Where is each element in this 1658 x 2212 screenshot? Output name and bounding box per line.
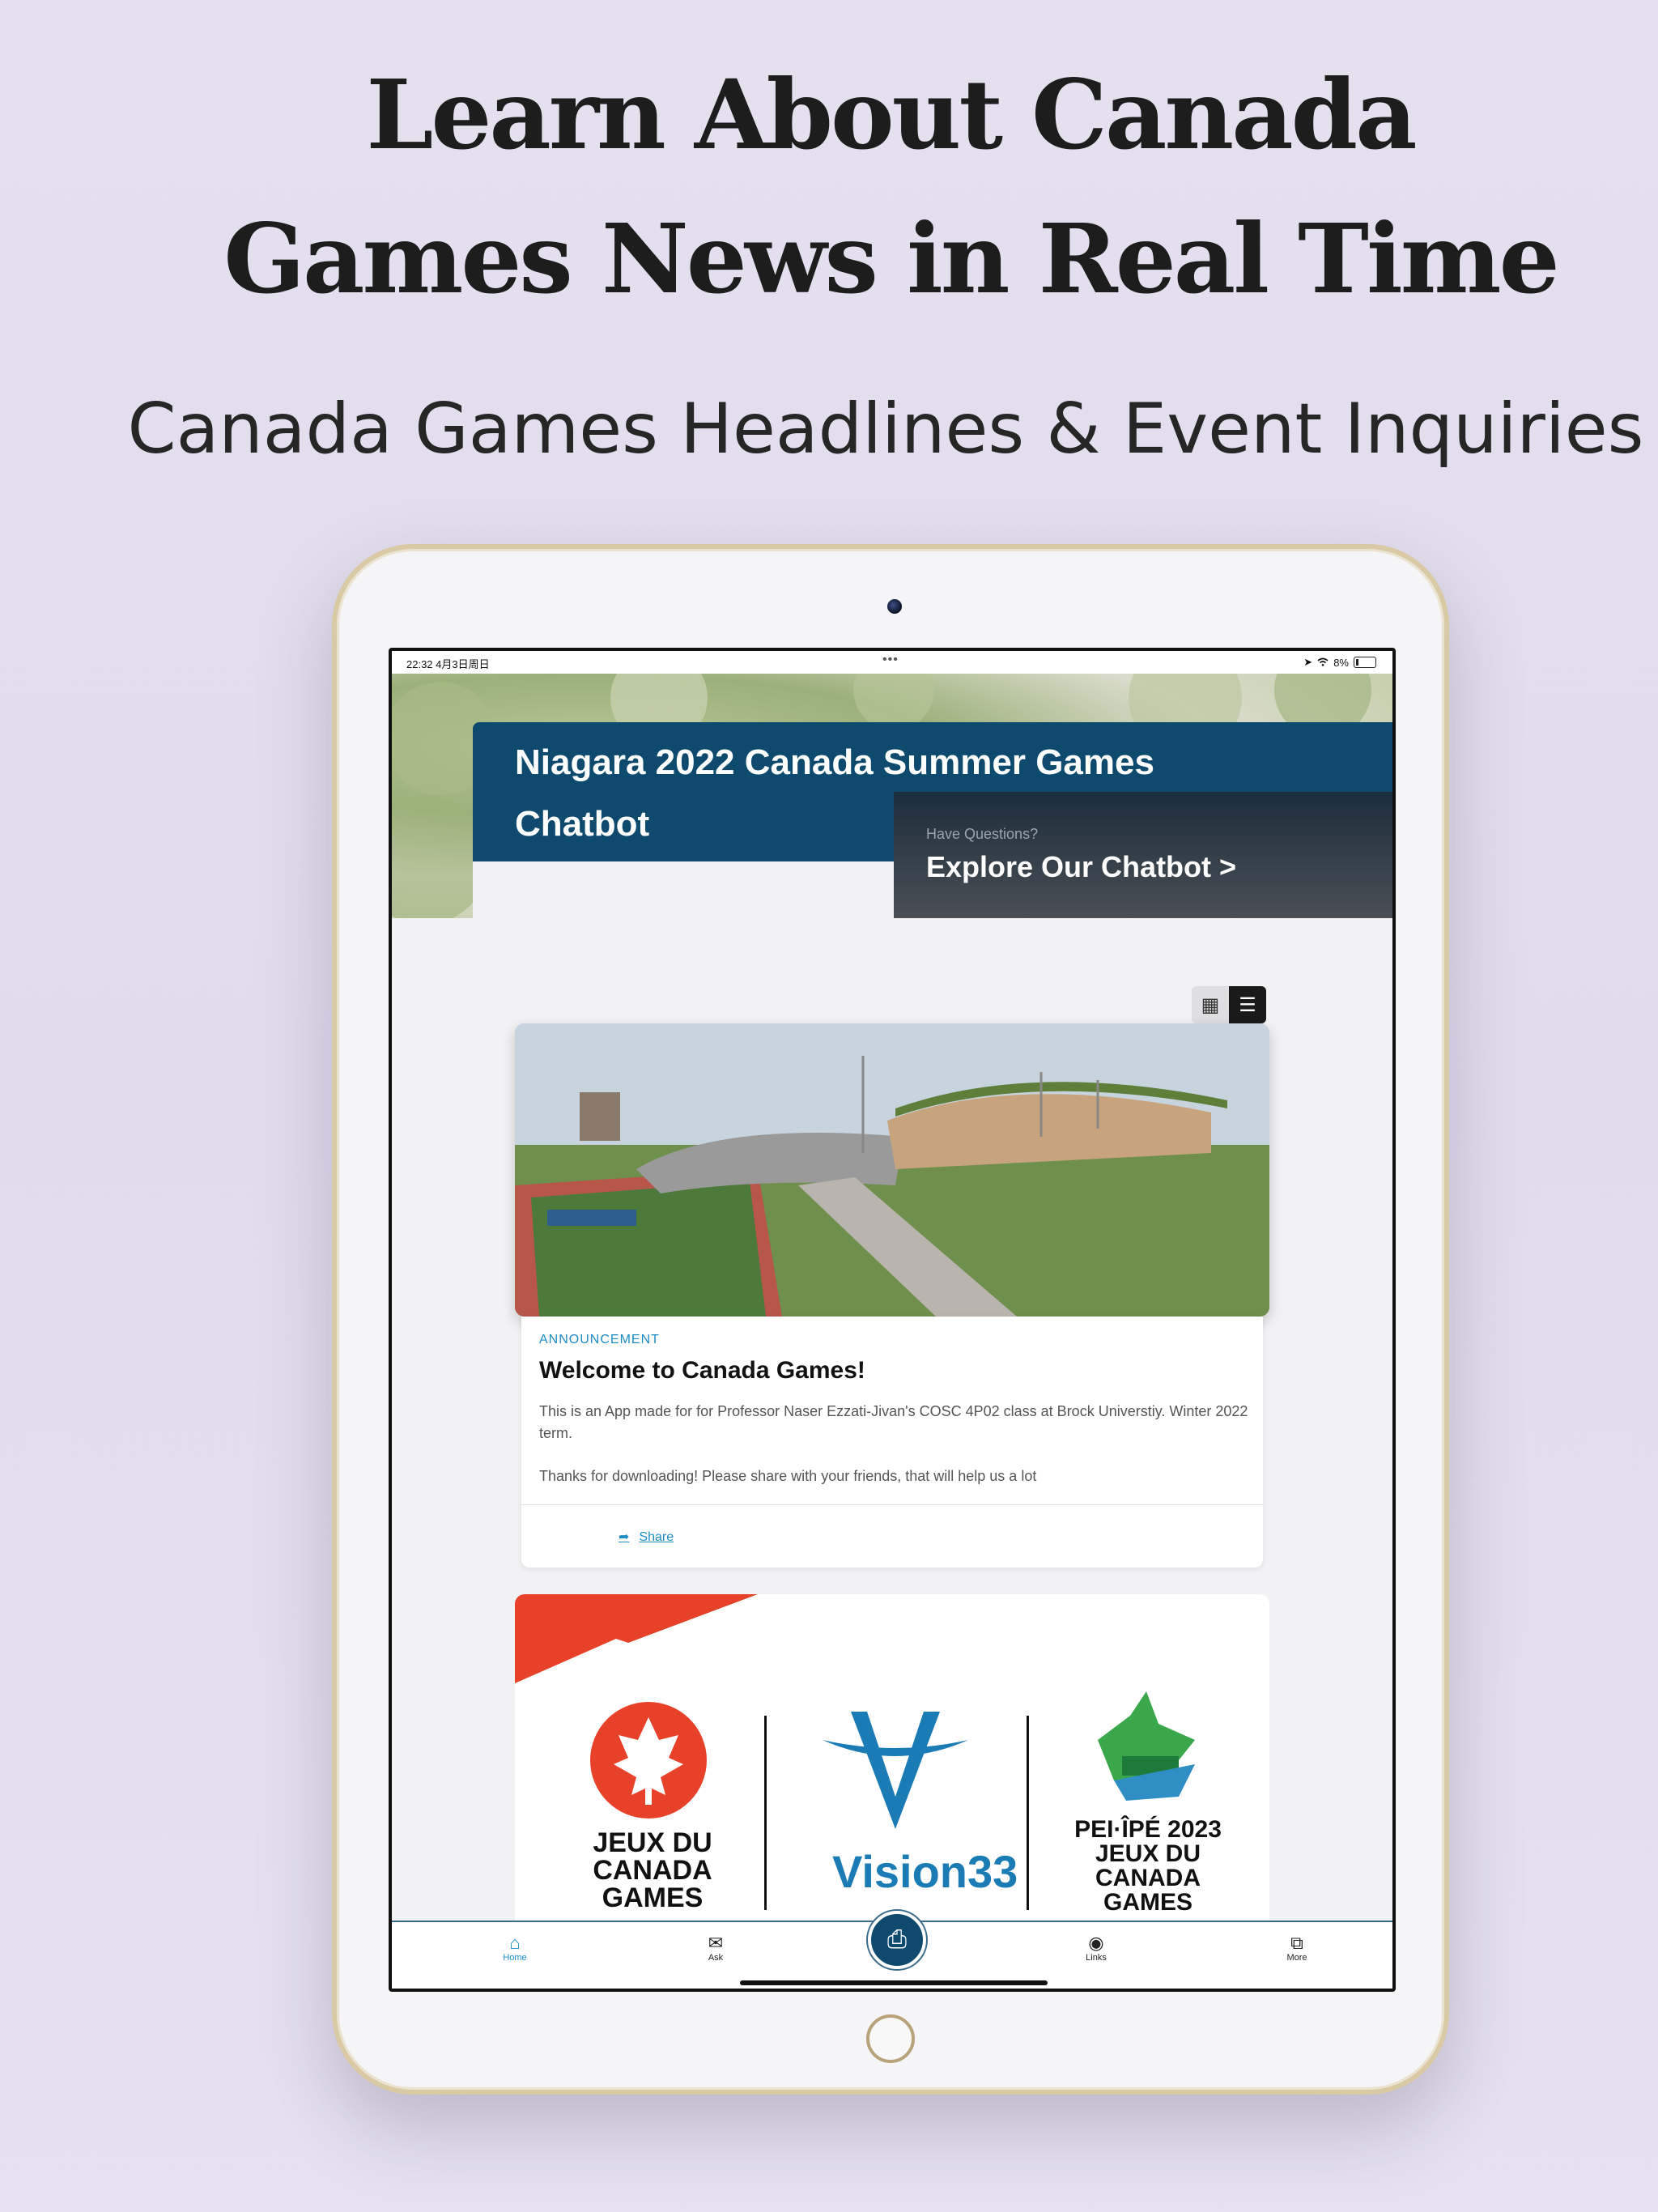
news-text: This is an App made for for Professor Na…: [539, 1401, 1252, 1508]
person-icon: ◉: [1088, 1933, 1104, 1953]
share-label: Share: [639, 1530, 674, 1544]
maple-leaf-logo: [590, 1702, 707, 1819]
tab-label: More: [1286, 1953, 1307, 1963]
vision33-logo: [823, 1712, 968, 1829]
status-indicators: ➤ 8%: [1303, 656, 1376, 669]
news-title: Welcome to Canada Games!: [539, 1357, 865, 1384]
pei-2023-logo-text: PEI·ÎPÉ 2023 JEUX DU CANADA GAMES: [1074, 1816, 1222, 1916]
cta-caption: Have Questions?: [926, 826, 1039, 842]
sponsor-logos: JEUX DU CANADA GAMES Vision33 PEI·ÎPÉ 20…: [515, 1691, 1269, 1926]
promo-subheadline: Canada Games Headlines & Event Inquiries: [127, 389, 1644, 470]
home-icon: ⌂: [509, 1933, 521, 1953]
stadium-image: [515, 1023, 1269, 1317]
share-arrow-icon: ➦: [619, 1530, 630, 1544]
tablet-screen: 22:32 4月3日周日 ••• ➤ 8% Niagara 2022 Canad…: [389, 648, 1396, 1992]
tab-links[interactable]: ◉ Links: [1064, 1933, 1129, 1963]
canada-games-logo-text: JEUX DU CANADA GAMES: [593, 1827, 712, 1913]
home-indicator[interactable]: [740, 1980, 1048, 1985]
grid-icon[interactable]: ▦: [1192, 986, 1229, 1023]
hero-banner: Niagara 2022 Canada Summer Games Chatbot…: [392, 674, 1392, 918]
divider: [521, 1504, 1263, 1505]
news-card-body: ANNOUNCEMENT Welcome to Canada Games! Th…: [521, 1317, 1263, 1568]
tab-label: Home: [503, 1953, 527, 1963]
status-bar: 22:32 4月3日周日 ••• ➤ 8%: [392, 651, 1392, 674]
tab-label: Links: [1086, 1953, 1107, 1963]
tab-home[interactable]: ⌂ Home: [483, 1933, 547, 1963]
bottom-tab-bar: ⌂ Home ✉ Ask ⎙ ◉ Links ⧉ More: [392, 1911, 1392, 1989]
news-card[interactable]: ANNOUNCEMENT Welcome to Canada Games! Th…: [515, 1023, 1269, 1570]
status-time: 22:32 4月3日周日: [406, 658, 490, 670]
red-stripe: [515, 1594, 758, 1683]
home-button[interactable]: [866, 2014, 915, 2063]
logo-divider: [1027, 1716, 1029, 1910]
wifi-icon: [1317, 657, 1329, 669]
list-icon[interactable]: ☰: [1229, 986, 1266, 1023]
battery-percent: 8%: [1333, 656, 1349, 669]
logo-divider: [764, 1716, 767, 1910]
hero-spacer: [473, 861, 894, 918]
promo-headline-line1: Learn About Canada: [366, 58, 1417, 171]
camera-icon: [887, 599, 902, 614]
mail-icon: ✉: [708, 1933, 724, 1953]
battery-icon: [1354, 657, 1376, 668]
chatbot-cta[interactable]: Have Questions? Explore Our Chatbot >: [894, 792, 1392, 918]
app-viewport: 22:32 4月3日周日 ••• ➤ 8% Niagara 2022 Canad…: [392, 651, 1392, 1989]
share-button[interactable]: ➦ Share: [619, 1529, 674, 1545]
tab-ask[interactable]: ✉ Ask: [683, 1933, 748, 1963]
pei-2023-logo: [1098, 1691, 1195, 1801]
multitask-dots-icon[interactable]: •••: [882, 653, 899, 667]
promo-headline-line2: Games News in Real Time: [223, 202, 1559, 315]
share-out-icon: ⧉: [1290, 1933, 1303, 1953]
sponsor-card[interactable]: JEUX DU CANADA GAMES Vision33 PEI·ÎPÉ 20…: [515, 1594, 1269, 1934]
tab-more[interactable]: ⧉ More: [1265, 1933, 1329, 1963]
printer-icon[interactable]: ⎙: [868, 1911, 926, 1969]
vision33-logo-text: Vision33: [832, 1846, 1018, 1897]
view-toggle: ▦ ☰: [1192, 986, 1266, 1023]
tab-label: Ask: [708, 1953, 724, 1963]
news-tag: ANNOUNCEMENT: [539, 1333, 660, 1346]
location-icon: ➤: [1303, 656, 1313, 668]
news-paragraph: This is an App made for for Professor Na…: [539, 1403, 1248, 1441]
cta-label[interactable]: Explore Our Chatbot >: [926, 850, 1236, 884]
news-paragraph: Thanks for downloading! Please share wit…: [539, 1468, 1037, 1484]
